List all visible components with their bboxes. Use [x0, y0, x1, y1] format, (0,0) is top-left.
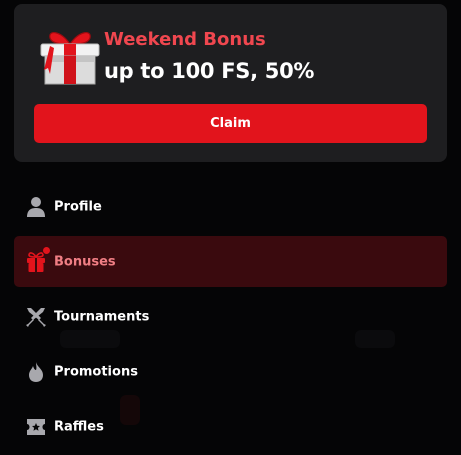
notification-dot [42, 246, 51, 255]
crossed-swords-icon [25, 306, 47, 328]
sidebar-item-label: Raffles [54, 419, 104, 434]
sidebar-nav: Profile Bonuses Tournaments Promotions R… [14, 181, 447, 455]
sidebar-item-promotions[interactable]: Promotions [14, 346, 447, 397]
sidebar-item-label: Bonuses [54, 254, 116, 269]
sidebar-item-bonuses[interactable]: Bonuses [14, 236, 447, 287]
bonus-amount: up to 100 FS, 50% [104, 59, 315, 83]
user-icon [25, 196, 47, 218]
sidebar-item-tournaments[interactable]: Tournaments [14, 291, 447, 342]
gift-icon [36, 24, 104, 88]
sidebar-item-label: Tournaments [54, 309, 150, 324]
account-menu-panel: Weekend Bonus up to 100 FS, 50% Claim Pr… [0, 0, 461, 455]
bonus-card: Weekend Bonus up to 100 FS, 50% Claim [14, 4, 447, 162]
flame-icon [25, 361, 47, 383]
claim-button[interactable]: Claim [34, 104, 427, 143]
sidebar-item-label: Profile [54, 199, 102, 214]
sidebar-item-profile[interactable]: Profile [14, 181, 447, 232]
sidebar-item-raffles[interactable]: Raffles [14, 401, 447, 452]
sidebar-item-label: Promotions [54, 364, 138, 379]
ticket-icon [25, 416, 47, 438]
bonus-title: Weekend Bonus [104, 29, 266, 50]
